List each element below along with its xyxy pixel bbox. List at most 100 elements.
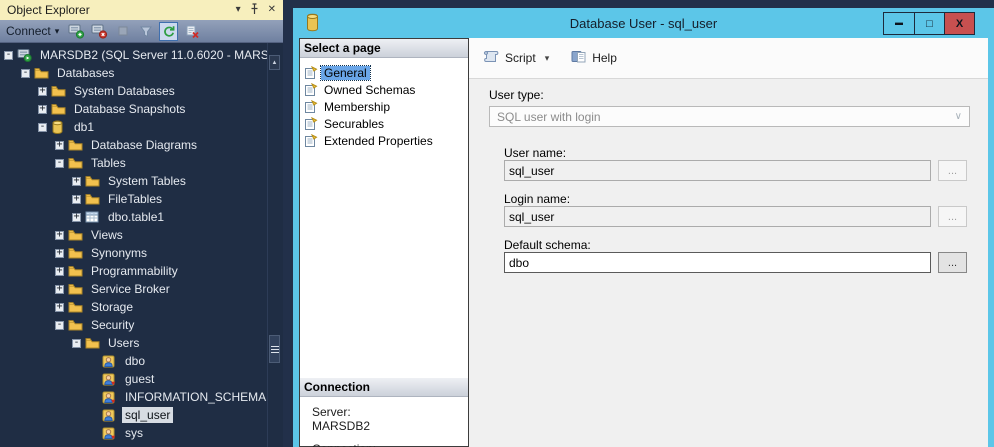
page-item-owned-schemas[interactable]: Owned Schemas <box>300 81 468 98</box>
tree-item-label: Synonyms <box>88 245 150 261</box>
expand-box-icon[interactable]: + <box>55 285 64 294</box>
tree-item-database-snapshots[interactable]: + Database Snapshots <box>0 100 283 118</box>
dialog-titlebar[interactable]: Database User - sql_user ▬ □ X <box>299 8 988 38</box>
expand-box-icon[interactable]: + <box>38 105 47 114</box>
page-item-general[interactable]: General <box>300 64 468 81</box>
folder-icon <box>68 247 84 259</box>
expand-box-icon[interactable]: + <box>38 87 47 96</box>
object-explorer-titlebar[interactable]: Object Explorer ▾ ✕ <box>0 0 283 20</box>
expand-box-icon[interactable]: + <box>55 267 64 276</box>
script-button-label: Script <box>505 51 536 65</box>
scrollbar-thumb[interactable] <box>269 335 280 363</box>
page-item-extended-properties[interactable]: Extended Properties <box>300 132 468 149</box>
window-position-chevron-icon[interactable]: ▾ <box>236 5 241 15</box>
user-type-select[interactable]: SQL user with login ∨ <box>489 106 970 127</box>
page-item-label: Extended Properties <box>321 134 436 148</box>
tree-item-label: INFORMATION_SCHEMA <box>122 389 269 405</box>
connection-info: Server: MARSDB2 Connection: <box>300 397 468 447</box>
tree-item-label: System Tables <box>105 173 189 189</box>
disconnect-server-icon[interactable] <box>90 22 109 41</box>
tree-item-users[interactable]: - Users <box>0 334 283 352</box>
scroll-up-icon[interactable]: ▲ <box>269 55 280 70</box>
user-disabled-icon <box>102 427 118 440</box>
close-icon: X <box>956 18 963 30</box>
table-icon <box>85 211 101 223</box>
expand-box-icon[interactable]: + <box>55 231 64 240</box>
minimize-button[interactable]: ▬ <box>884 13 914 34</box>
expand-box-icon[interactable]: + <box>72 213 81 222</box>
tree-item-service-broker[interactable]: +Service Broker <box>0 280 283 298</box>
default-schema-browse-button[interactable]: ... <box>938 252 967 273</box>
page-item-securables[interactable]: Securables <box>300 115 468 132</box>
dialog-right-pane: Script ▾ Help User type: SQL user with l… <box>469 38 988 447</box>
tree-item-system-tables[interactable]: + System Tables <box>0 172 283 190</box>
help-icon <box>571 49 587 67</box>
tree-item-information-schema[interactable]: INFORMATION_SCHEMA <box>0 388 283 406</box>
page-item-membership[interactable]: Membership <box>300 98 468 115</box>
connect-server-icon[interactable] <box>67 22 86 41</box>
tree-item-views[interactable]: +Views <box>0 226 283 244</box>
close-panel-icon[interactable]: ✕ <box>268 5 276 15</box>
login-name-input[interactable] <box>504 206 931 227</box>
collapse-box-icon[interactable]: - <box>72 339 81 348</box>
maximize-button[interactable]: □ <box>914 13 944 34</box>
folder-icon <box>68 139 84 151</box>
tree-scrollbar[interactable]: ▲ <box>267 43 281 447</box>
tree-item-guest[interactable]: guest <box>0 370 283 388</box>
expand-box-icon[interactable]: + <box>55 303 64 312</box>
select-a-page-header: Select a page <box>300 39 468 58</box>
tree-item-tables[interactable]: -Tables <box>0 154 283 172</box>
tree-item-databases[interactable]: -Databases <box>0 64 283 82</box>
tree-item-label: Database Diagrams <box>88 137 200 153</box>
expand-box-icon[interactable]: + <box>72 177 81 186</box>
user-name-browse-button[interactable]: ... <box>938 160 967 181</box>
tree-item-system-databases[interactable]: + System Databases <box>0 82 283 100</box>
collapse-box-icon[interactable]: - <box>55 321 64 330</box>
collapse-box-icon[interactable]: - <box>4 51 13 60</box>
expand-box-icon[interactable]: + <box>72 195 81 204</box>
expand-box-icon[interactable]: + <box>55 249 64 258</box>
filter-icon[interactable] <box>136 22 155 41</box>
expand-box-icon[interactable]: + <box>55 141 64 150</box>
tree-item-db1[interactable]: -db1 <box>0 118 283 136</box>
tree-item-label: Users <box>105 335 142 351</box>
tree-item-sys[interactable]: sys <box>0 424 283 442</box>
script-error-icon[interactable] <box>182 22 201 41</box>
page-icon <box>304 100 321 113</box>
help-button[interactable]: Help <box>568 47 620 69</box>
tree-item-label: MARSDB2 (SQL Server 11.0.6020 - MARSD <box>37 47 280 63</box>
tree-item-label: dbo.table1 <box>105 209 167 225</box>
close-button[interactable]: X <box>944 13 974 34</box>
tree-item-programmability[interactable]: +Programmability <box>0 262 283 280</box>
folder-icon <box>51 103 67 115</box>
page-item-label: Membership <box>321 100 393 114</box>
script-dropdown-icon[interactable]: ▾ <box>545 53 550 64</box>
user-name-input[interactable] <box>504 160 931 181</box>
stop-icon[interactable] <box>113 22 132 41</box>
maximize-icon: □ <box>926 18 933 30</box>
script-button[interactable]: Script ▾ <box>479 47 552 69</box>
tree-item-security[interactable]: -Security <box>0 316 283 334</box>
server-icon <box>17 48 33 62</box>
tree-item-storage[interactable]: +Storage <box>0 298 283 316</box>
tree-item-database-diagrams[interactable]: + Database Diagrams <box>0 136 283 154</box>
database-icon <box>51 120 67 135</box>
tree-item-synonyms[interactable]: + Synonyms <box>0 244 283 262</box>
collapse-box-icon[interactable]: - <box>21 69 30 78</box>
default-schema-input[interactable] <box>504 252 931 273</box>
tree-item-dbo-table1[interactable]: + dbo.table1 <box>0 208 283 226</box>
tree-item-label: Database Snapshots <box>71 101 188 117</box>
login-name-browse-button[interactable]: ... <box>938 206 967 227</box>
collapse-box-icon[interactable]: - <box>55 159 64 168</box>
window-buttons: ▬ □ X <box>883 12 975 35</box>
tree-item-dbo[interactable]: dbo <box>0 352 283 370</box>
connect-button[interactable]: Connect ▾ <box>6 24 62 38</box>
tree-item-sql-user[interactable]: sql_user <box>0 406 283 424</box>
refresh-icon[interactable] <box>159 22 178 41</box>
tree-item-marsdb2-sql-server-11-0-6020-marsd[interactable]: - MARSDB2 (SQL Server 11.0.6020 - MARSD <box>0 46 283 64</box>
tree-item-filetables[interactable]: +FileTables <box>0 190 283 208</box>
pin-icon[interactable] <box>250 3 259 18</box>
tree-item-label: System Databases <box>71 83 178 99</box>
database-user-dialog: Database User - sql_user ▬ □ X Select a … <box>293 8 994 447</box>
collapse-box-icon[interactable]: - <box>38 123 47 132</box>
